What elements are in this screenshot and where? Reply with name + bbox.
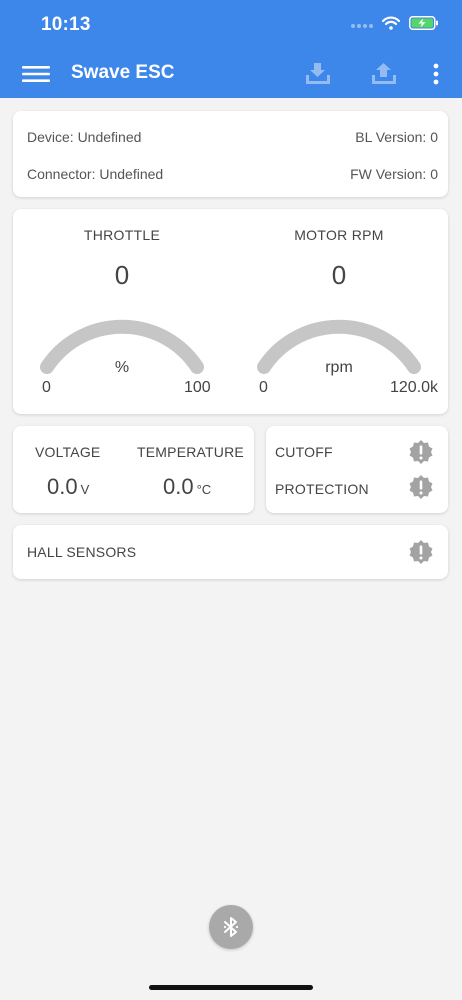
fw-version-text: FW Version: 0 <box>350 166 438 182</box>
download-icon[interactable] <box>304 60 332 88</box>
cellular-signal-icon <box>351 16 373 34</box>
bluetooth-button[interactable] <box>209 905 253 949</box>
status-icons <box>351 15 439 35</box>
battery-charging-icon <box>409 15 439 35</box>
temperature-label: TEMPERATURE <box>137 444 244 460</box>
temperature-reading: 0.0 °C <box>163 474 211 500</box>
hamburger-menu-icon[interactable] <box>22 62 50 86</box>
protection-label: PROTECTION <box>275 481 369 497</box>
hall-sensors-card: HALL SENSORS <box>13 525 448 579</box>
voltage-value: 0.0 <box>47 474 78 499</box>
voltage-unit: V <box>80 482 90 497</box>
gauges-card: THROTTLE 0 % 0 100 MOTOR RPM 0 rpm 0 120… <box>13 209 448 414</box>
upload-icon[interactable] <box>370 60 398 88</box>
cutoff-label: CUTOFF <box>275 444 333 460</box>
status-card: CUTOFF PROTECTION <box>266 426 448 513</box>
rpm-label: MOTOR RPM <box>294 227 384 243</box>
bluetooth-icon <box>223 917 239 937</box>
voltage-reading: 0.0 V <box>47 474 89 500</box>
status-time: 10:13 <box>41 14 91 35</box>
app-header: 10:13 Swave ESC <box>0 0 462 98</box>
wifi-icon <box>381 16 401 35</box>
readings-card: VOLTAGE 0.0 V TEMPERATURE 0.0 °C <box>13 426 254 513</box>
voltage-label: VOLTAGE <box>35 444 101 460</box>
rpm-unit: rpm <box>325 359 353 376</box>
rpm-min: 0 <box>259 379 268 396</box>
throttle-min: 0 <box>42 379 51 396</box>
more-vertical-icon[interactable] <box>426 60 446 88</box>
rpm-value: 0 <box>331 260 347 290</box>
toolbar: Swave ESC <box>0 50 462 98</box>
bl-version-text: BL Version: 0 <box>355 129 438 145</box>
rpm-max: 120.0k <box>390 379 439 396</box>
device-text: Device: Undefined <box>27 129 142 145</box>
hall-sensors-label: HALL SENSORS <box>27 544 137 560</box>
cutoff-alert-icon <box>409 440 433 464</box>
temperature-value: 0.0 <box>163 474 194 499</box>
temperature-unit: °C <box>196 482 212 497</box>
connector-text: Connector: Undefined <box>27 166 164 182</box>
home-indicator <box>149 985 313 990</box>
throttle-max: 100 <box>184 379 211 396</box>
throttle-unit: % <box>114 359 130 376</box>
throttle-label: THROTTLE <box>83 227 161 243</box>
protection-alert-icon <box>409 475 433 499</box>
hall-sensors-alert-icon <box>409 540 433 564</box>
app-title: Swave ESC <box>71 62 175 83</box>
device-info-card: Device: Undefined BL Version: 0 Connecto… <box>13 111 448 197</box>
throttle-value: 0 <box>114 260 130 290</box>
